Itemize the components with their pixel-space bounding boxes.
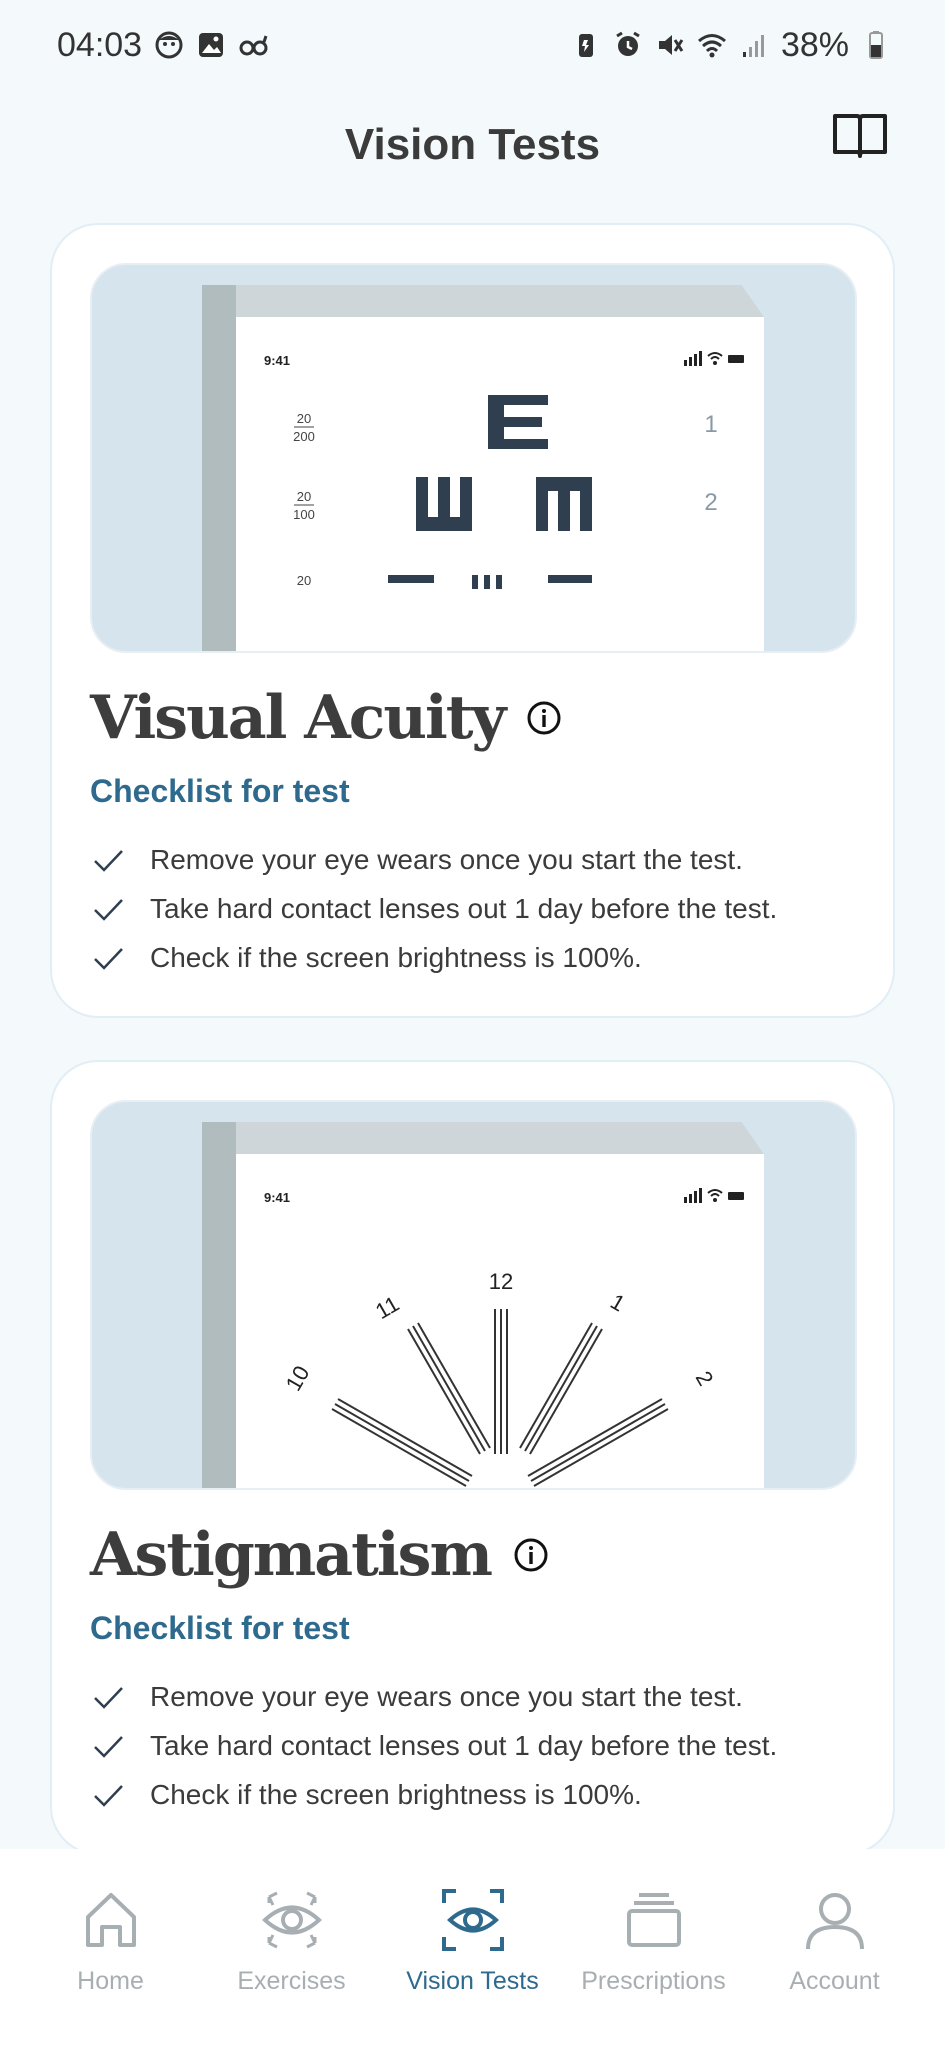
check-icon	[90, 1679, 126, 1715]
eye-scan-icon	[438, 1885, 508, 1955]
astigmatism-title: Astigmatism	[90, 1520, 493, 1590]
signal-icon	[739, 30, 769, 60]
checklist-text: Take hard contact lenses out 1 day befor…	[150, 1729, 778, 1761]
dial-number-2: 2	[691, 1367, 719, 1390]
row2-fraction-bottom: 100	[293, 507, 315, 522]
tumbling-e-down	[536, 477, 592, 531]
nav-home-label: Home	[77, 1967, 144, 1995]
row1-fraction-bottom: 200	[293, 429, 315, 444]
checklist-text: Remove your eye wears once you start the…	[150, 1680, 743, 1712]
stack-icon	[619, 1885, 689, 1955]
astigmatism-illustration: 9:41 10 11 12 1 2	[90, 1100, 857, 1490]
list-item: Check if the screen brightness is 100%.	[90, 1770, 777, 1819]
eye-chart: 20 200 1 20 100 2 20	[293, 395, 718, 589]
list-item: Remove your eye wears once you start the…	[90, 835, 777, 884]
astigmatism-dial: 10 11 12 1 2	[281, 1269, 719, 1487]
card-title: Astigmatism	[90, 1520, 549, 1590]
nav-prescriptions[interactable]: Prescriptions	[564, 1885, 744, 2048]
check-icon	[90, 1728, 126, 1764]
user-icon	[800, 1885, 870, 1955]
nav-vision-tests-label: Vision Tests	[406, 1967, 539, 1995]
gallery-icon	[196, 30, 226, 60]
dial-number-1: 1	[606, 1289, 629, 1317]
nav-exercises-label: Exercises	[237, 1967, 346, 1995]
header: Vision Tests	[0, 90, 945, 200]
row2-fraction-top: 20	[297, 489, 311, 504]
phone-side-edge	[202, 1122, 236, 1488]
checklist-text: Check if the screen brightness is 100%.	[150, 1778, 642, 1810]
row2-number: 2	[704, 489, 717, 516]
list-item: Take hard contact lenses out 1 day befor…	[90, 884, 777, 933]
battery-percent: 38%	[780, 25, 849, 64]
guide-button[interactable]	[825, 100, 895, 170]
phone-screen: 9:41 10 11 12 1 2	[236, 1154, 764, 1488]
checklist-text: Check if the screen brightness is 100%.	[150, 941, 642, 973]
visual-acuity-title: Visual Acuity	[90, 683, 506, 753]
checklist: Remove your eye wears once you start the…	[90, 1672, 777, 1819]
list-item: Check if the screen brightness is 100%.	[90, 933, 777, 982]
nav-exercises[interactable]: Exercises	[202, 1885, 382, 2048]
info-icon[interactable]	[513, 1537, 549, 1573]
status-left: 04:03	[57, 26, 268, 65]
nav-home[interactable]: Home	[21, 1885, 201, 2048]
wifi-icon	[697, 30, 727, 60]
nav-vision-tests[interactable]: Vision Tests	[383, 1885, 563, 2048]
dial-number-10: 10	[281, 1361, 315, 1395]
checklist-heading: Checklist for test	[90, 773, 350, 809]
astigmatism-card[interactable]: 9:41 10 11 12 1 2 Astigmatism Checklist …	[50, 1060, 895, 1855]
nav-account-label: Account	[789, 1967, 880, 1995]
phone-top-edge	[202, 1122, 764, 1154]
phone-screen: 9:41 20 200 1 20 100 2 20	[236, 317, 764, 651]
eye-exercise-icon	[257, 1885, 327, 1955]
check-icon	[90, 940, 126, 976]
page-title: Vision Tests	[344, 120, 601, 169]
mute-icon	[655, 30, 685, 60]
dial-number-11: 11	[371, 1291, 403, 1324]
phone-side-edge	[202, 285, 236, 651]
nav-account[interactable]: Account	[745, 1885, 925, 2048]
bottom-nav: Home Exercises Vision Tests Prescription…	[0, 1849, 945, 2048]
visual-acuity-illustration: 9:41 20 200 1 20 100 2 20	[90, 263, 857, 653]
face-icon	[154, 30, 184, 60]
alarm-icon	[613, 30, 643, 60]
battery-saver-icon	[571, 30, 601, 60]
card-title: Visual Acuity	[90, 683, 562, 753]
row1-number: 1	[704, 411, 717, 438]
row1-fraction-top: 20	[297, 411, 311, 426]
visual-acuity-card[interactable]: 9:41 20 200 1 20 100 2 20 Visual Acuity …	[50, 223, 895, 1018]
status-bar: 04:03 38%	[0, 0, 945, 90]
tumbling-e-up	[416, 477, 472, 531]
check-icon	[90, 842, 126, 878]
list-item: Take hard contact lenses out 1 day befor…	[90, 1721, 777, 1770]
glasses-icon	[238, 30, 268, 60]
checklist: Remove your eye wears once you start the…	[90, 835, 777, 982]
check-icon	[90, 891, 126, 927]
tumbling-e-large	[488, 395, 548, 449]
status-time: 04:03	[57, 25, 143, 64]
home-icon	[76, 1885, 146, 1955]
check-icon	[90, 1777, 126, 1813]
list-item: Remove your eye wears once you start the…	[90, 1672, 777, 1721]
book-open-icon	[833, 114, 887, 158]
phone-top-edge	[202, 285, 764, 317]
battery-icon	[861, 30, 891, 60]
status-right: 38%	[571, 26, 891, 65]
checklist-text: Remove your eye wears once you start the…	[150, 843, 743, 875]
row3-fraction-top: 20	[297, 573, 311, 588]
nav-prescriptions-label: Prescriptions	[581, 1967, 726, 1995]
info-icon[interactable]	[526, 700, 562, 736]
checklist-heading: Checklist for test	[90, 1610, 350, 1646]
checklist-text: Take hard contact lenses out 1 day befor…	[150, 892, 778, 924]
dial-number-12: 12	[489, 1269, 513, 1294]
